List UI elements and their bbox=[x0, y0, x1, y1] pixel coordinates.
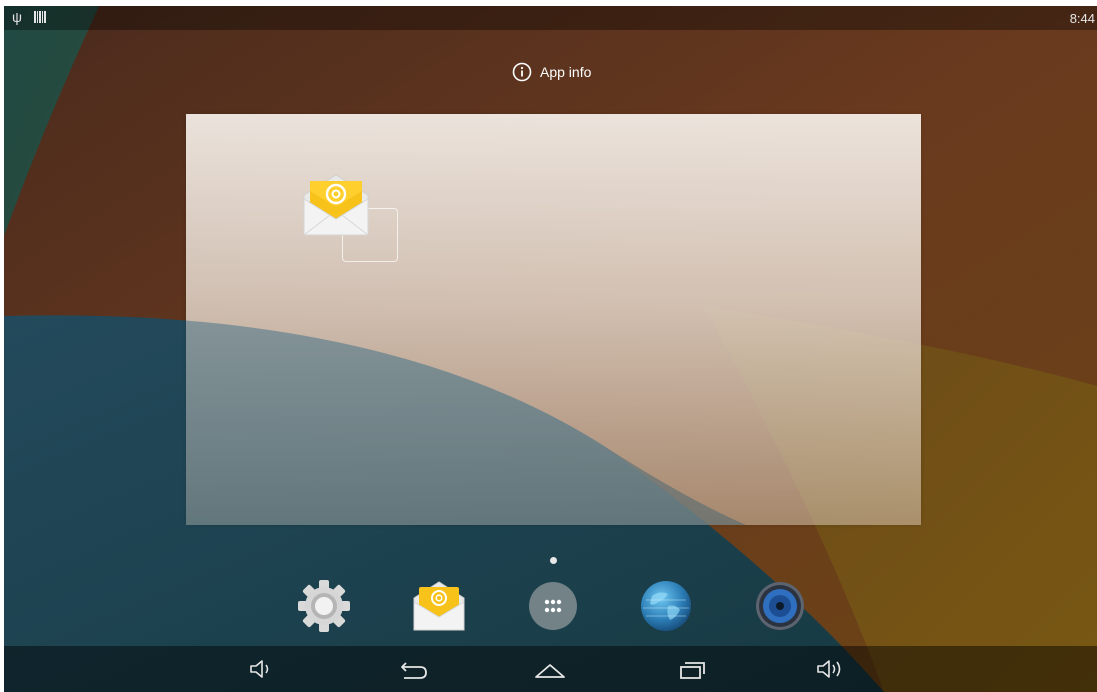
music-icon[interactable] bbox=[752, 578, 808, 634]
back-icon[interactable] bbox=[396, 656, 430, 682]
app-info-drop-target[interactable]: App info bbox=[512, 60, 591, 84]
volume-down-icon[interactable] bbox=[245, 656, 279, 682]
app-info-label: App info bbox=[540, 64, 592, 80]
all-apps-icon[interactable] bbox=[525, 578, 581, 634]
info-icon bbox=[512, 62, 532, 82]
panel-wallpaper-overlay bbox=[186, 320, 746, 525]
email-icon[interactable] bbox=[411, 578, 467, 634]
email-icon[interactable] bbox=[300, 169, 372, 241]
usb-icon: ψ bbox=[12, 9, 22, 25]
navigation-bar bbox=[4, 646, 1097, 692]
home-icon[interactable] bbox=[533, 656, 567, 682]
browser-icon[interactable] bbox=[638, 578, 694, 634]
barcode-icon bbox=[34, 11, 46, 23]
recents-icon[interactable] bbox=[675, 656, 709, 682]
home-screen: ψ 8:44 App info bbox=[4, 6, 1097, 692]
page-indicator-dot bbox=[550, 557, 557, 564]
settings-icon[interactable] bbox=[296, 578, 352, 634]
status-bar: ψ 8:44 bbox=[4, 6, 1097, 30]
workspace-panel[interactable] bbox=[186, 114, 921, 525]
volume-up-icon[interactable] bbox=[814, 656, 848, 682]
clock: 8:44 bbox=[1069, 11, 1095, 26]
